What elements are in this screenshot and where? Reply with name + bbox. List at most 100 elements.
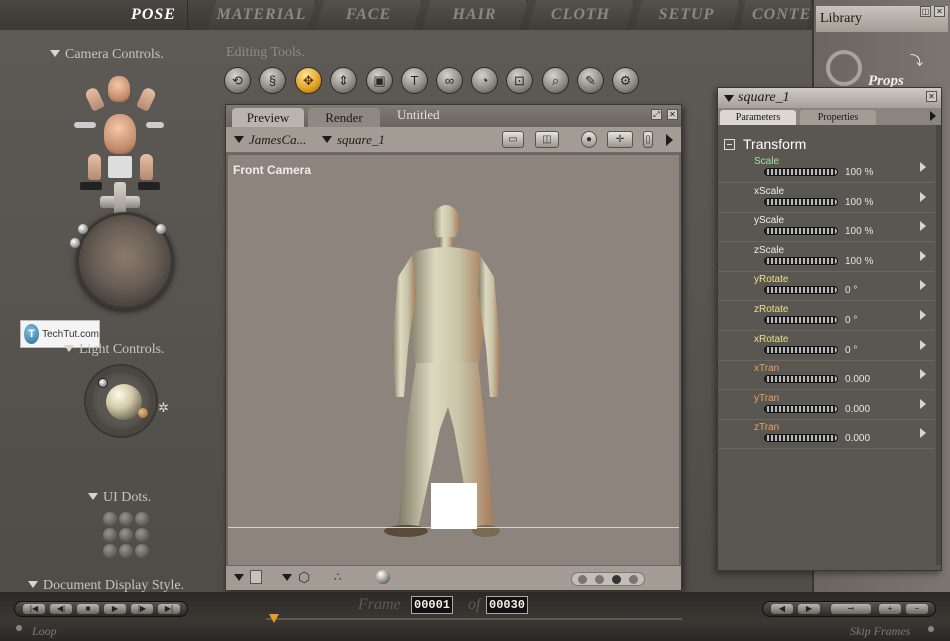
parameter-menu-arrow-icon[interactable] xyxy=(920,250,926,261)
parameter-menu-arrow-icon[interactable] xyxy=(920,310,926,320)
camera-controls-header[interactable]: Camera Controls. xyxy=(50,47,164,63)
parameter-value[interactable]: 0.000 xyxy=(845,433,870,444)
key-icon[interactable]: ⊸ xyxy=(831,604,871,614)
camera-hand-icon[interactable] xyxy=(135,86,158,112)
ui-dots-header[interactable]: UI Dots. xyxy=(88,490,151,506)
parameter-row[interactable]: xTran 0.000 xyxy=(718,361,934,391)
skip-frames-toggle-icon[interactable] xyxy=(928,626,934,632)
parameter-dial[interactable] xyxy=(764,434,838,443)
parameter-dial[interactable] xyxy=(764,375,838,384)
tab-pose[interactable]: POSE xyxy=(120,0,188,30)
face-camera-icon[interactable] xyxy=(108,76,130,102)
parameter-value[interactable]: 100 % xyxy=(845,197,873,208)
close-icon[interactable]: ✕ xyxy=(667,109,678,120)
tab-properties[interactable]: Properties xyxy=(800,110,876,125)
parameter-dial[interactable] xyxy=(764,197,838,206)
head-camera-icon[interactable] xyxy=(104,114,136,154)
parameters-header[interactable]: square_1 ✕ xyxy=(718,88,941,108)
cube-icon[interactable]: ⬡ xyxy=(298,569,310,586)
parameter-menu-arrow-icon[interactable] xyxy=(920,280,926,291)
sphere-icon[interactable] xyxy=(376,570,390,584)
scale-icon[interactable]: ▣ xyxy=(366,67,393,94)
parameter-value[interactable]: 0 ° xyxy=(845,315,857,326)
render-style-icon[interactable]: ● xyxy=(581,131,597,148)
ui-dot[interactable] xyxy=(119,544,133,558)
total-frames-field[interactable]: 00030 xyxy=(486,596,529,614)
library-arrow-icon[interactable]: ⤵ xyxy=(910,50,923,69)
ui-dot[interactable] xyxy=(119,512,133,526)
parameter-menu-arrow-icon[interactable] xyxy=(920,428,926,439)
close-icon[interactable]: ✕ xyxy=(934,6,945,17)
twist-icon[interactable]: § xyxy=(259,67,286,94)
ui-dot[interactable] xyxy=(135,528,149,542)
dots-icon[interactable]: ∴ xyxy=(334,570,342,584)
play-icon[interactable]: ▶ xyxy=(104,604,126,614)
display-style-icon[interactable] xyxy=(250,570,262,584)
view-magnifier-icon[interactable]: ⌕ xyxy=(542,67,569,94)
parameter-dial[interactable] xyxy=(764,256,838,265)
color-icon[interactable]: ◔ xyxy=(471,67,498,94)
tab-hair[interactable]: HAIR xyxy=(422,0,528,30)
parameter-menu-arrow-icon[interactable] xyxy=(920,221,926,232)
parameter-row[interactable]: zTran 0.000 xyxy=(718,420,934,450)
roll-right-icon[interactable] xyxy=(146,122,164,128)
roll-left-icon[interactable] xyxy=(74,122,96,128)
parameter-value[interactable]: 0 ° xyxy=(845,285,857,296)
resize-icon[interactable]: ⤢ xyxy=(651,109,662,120)
ui-dot[interactable] xyxy=(119,528,133,542)
transform-group-header[interactable]: Transform xyxy=(724,136,806,152)
parameter-menu-arrow-icon[interactable] xyxy=(920,339,926,350)
layout-dot[interactable] xyxy=(595,575,604,584)
chain-break-icon[interactable]: ∞ xyxy=(436,67,463,94)
parameter-row[interactable]: zRotate 0 ° xyxy=(718,302,934,331)
parameter-menu-arrow-icon[interactable] xyxy=(920,191,926,202)
dropdown-triangle-icon[interactable] xyxy=(282,574,292,581)
parameter-menu-arrow-icon[interactable] xyxy=(920,369,926,380)
parameter-value[interactable]: 0.000 xyxy=(845,404,870,415)
add-key-icon[interactable]: + xyxy=(879,604,901,614)
light-controls-header[interactable]: Light Controls. xyxy=(64,342,165,358)
camera-select-icon[interactable]: ▭ xyxy=(502,131,524,148)
parameter-value[interactable]: 100 % xyxy=(845,167,873,178)
parameter-value[interactable]: 100 % xyxy=(845,256,873,267)
props-category-icon[interactable] xyxy=(826,50,862,86)
camera-hand-icon[interactable] xyxy=(83,86,106,112)
tab-face[interactable]: FACE xyxy=(316,0,422,30)
layout-dot[interactable] xyxy=(629,575,638,584)
go-to-end-icon[interactable]: ▶| xyxy=(158,604,180,614)
timeline-track[interactable] xyxy=(266,618,682,620)
parameter-dial[interactable] xyxy=(764,168,838,176)
expand-icon[interactable]: ◫ xyxy=(920,6,931,17)
loop-toggle-icon[interactable] xyxy=(16,625,22,631)
ball-button-icon[interactable] xyxy=(70,238,80,248)
parameter-value[interactable]: 100 % xyxy=(845,226,873,237)
layout-dot[interactable] xyxy=(578,575,587,584)
current-frame-field[interactable]: 00001 xyxy=(411,596,454,614)
tab-setup[interactable]: SETUP xyxy=(634,0,740,30)
parameter-row[interactable]: zScale 100 % xyxy=(718,243,934,272)
figure-selector[interactable]: JamesCa... xyxy=(234,132,306,148)
camera-view-icon[interactable]: ◫ xyxy=(535,131,559,148)
light-toggle-icon[interactable]: ▯ xyxy=(643,131,653,148)
dropdown-triangle-icon[interactable] xyxy=(724,95,734,102)
parameter-row[interactable]: Scale 100 % xyxy=(718,154,934,183)
light-controls-widget[interactable] xyxy=(86,366,156,436)
rotate-icon[interactable]: ⟲ xyxy=(224,67,251,94)
parameter-value[interactable]: 0 ° xyxy=(845,345,857,356)
library-header[interactable]: Library ◫ ✕ xyxy=(816,6,948,32)
parameter-menu-arrow-icon[interactable] xyxy=(920,162,926,172)
layout-dot[interactable] xyxy=(612,575,621,584)
direct-manipulation-icon[interactable]: ⚙ xyxy=(612,67,639,94)
dropdown-triangle-icon[interactable] xyxy=(234,574,244,581)
expand-arrow-icon[interactable] xyxy=(930,111,936,121)
right-hand-camera-icon[interactable] xyxy=(140,154,153,180)
camera-controls-widget[interactable] xyxy=(60,72,180,310)
light-indicator-icon[interactable] xyxy=(138,408,148,418)
morphing-icon[interactable]: ✎ xyxy=(577,67,604,94)
3d-viewport[interactable]: Front Camera xyxy=(228,155,679,565)
parameter-row[interactable]: yScale 100 % xyxy=(718,213,934,243)
parameter-dial[interactable] xyxy=(764,316,838,324)
step-forward-icon[interactable]: |▶ xyxy=(131,604,153,614)
parameter-row[interactable]: yRotate 0 ° xyxy=(718,272,934,302)
ui-dot[interactable] xyxy=(103,528,117,542)
